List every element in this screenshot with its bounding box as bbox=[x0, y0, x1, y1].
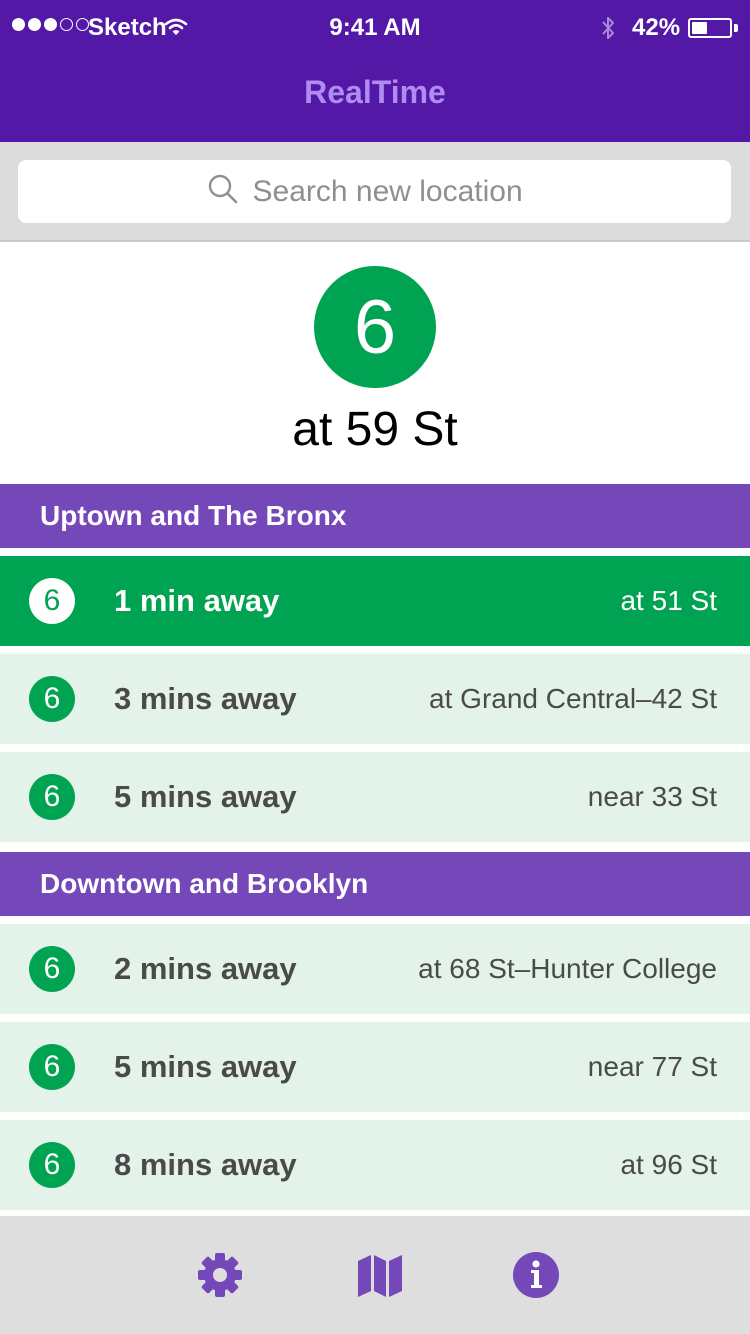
bluetooth-icon bbox=[600, 14, 616, 47]
arrival-location: near 33 St bbox=[587, 781, 717, 812]
battery-nub bbox=[734, 24, 738, 32]
station-line-bullet: 6 bbox=[314, 266, 436, 388]
arrival-eta: 5 mins away bbox=[114, 1049, 297, 1084]
tab-bar bbox=[0, 1216, 750, 1334]
section-header-downtown: Downtown and Brooklyn bbox=[0, 852, 750, 916]
arrival-eta: 1 min away bbox=[114, 583, 280, 618]
battery-level-fill bbox=[692, 22, 707, 34]
info-icon[interactable] bbox=[511, 1250, 561, 1300]
line-bullet: 6 bbox=[29, 946, 75, 992]
arrival-location: at 51 St bbox=[620, 585, 717, 616]
battery-percent: 42% bbox=[632, 14, 681, 41]
arrival-eta: 8 mins away bbox=[114, 1147, 297, 1182]
arrival-row[interactable]: 6 2 mins away at 68 St–Hunter College bbox=[0, 924, 750, 1014]
arrival-location: at Grand Central–42 St bbox=[429, 683, 717, 714]
line-bullet: 6 bbox=[29, 774, 75, 820]
arrival-row[interactable]: 6 3 mins away at Grand Central–42 St bbox=[0, 654, 750, 744]
search-bar bbox=[0, 142, 750, 242]
station-name: at 59 St bbox=[292, 403, 458, 456]
line-bullet: 6 bbox=[29, 676, 75, 722]
search-input[interactable] bbox=[252, 174, 543, 209]
line-bullet: 6 bbox=[29, 578, 75, 624]
arrival-row[interactable]: 6 1 min away at 51 St bbox=[0, 556, 750, 646]
app-header: Sketch 9:41 AM 42% RealTime bbox=[0, 0, 750, 142]
status-bar: Sketch 9:41 AM 42% bbox=[0, 0, 750, 56]
search-icon bbox=[207, 173, 239, 210]
gear-icon[interactable] bbox=[195, 1250, 245, 1300]
arrival-location: at 96 St bbox=[620, 1149, 717, 1180]
line-bullet: 6 bbox=[29, 1142, 75, 1188]
arrival-row[interactable]: 6 8 mins away at 96 St bbox=[0, 1120, 750, 1210]
battery-icon bbox=[688, 18, 732, 38]
station-panel: 6 at 59 St bbox=[0, 244, 750, 484]
map-icon[interactable] bbox=[355, 1250, 405, 1300]
arrival-location: at 68 St–Hunter College bbox=[418, 953, 717, 984]
line-bullet: 6 bbox=[29, 1044, 75, 1090]
arrival-row[interactable]: 6 5 mins away near 33 St bbox=[0, 752, 750, 842]
search-box[interactable] bbox=[18, 160, 731, 223]
app-title: RealTime bbox=[304, 74, 446, 110]
arrival-eta: 3 mins away bbox=[114, 681, 297, 716]
arrival-row[interactable]: 6 5 mins away near 77 St bbox=[0, 1022, 750, 1112]
section-header-uptown: Uptown and The Bronx bbox=[0, 484, 750, 548]
arrival-location: near 77 St bbox=[587, 1051, 717, 1082]
arrival-eta: 5 mins away bbox=[114, 779, 297, 814]
arrival-eta: 2 mins away bbox=[114, 951, 297, 986]
